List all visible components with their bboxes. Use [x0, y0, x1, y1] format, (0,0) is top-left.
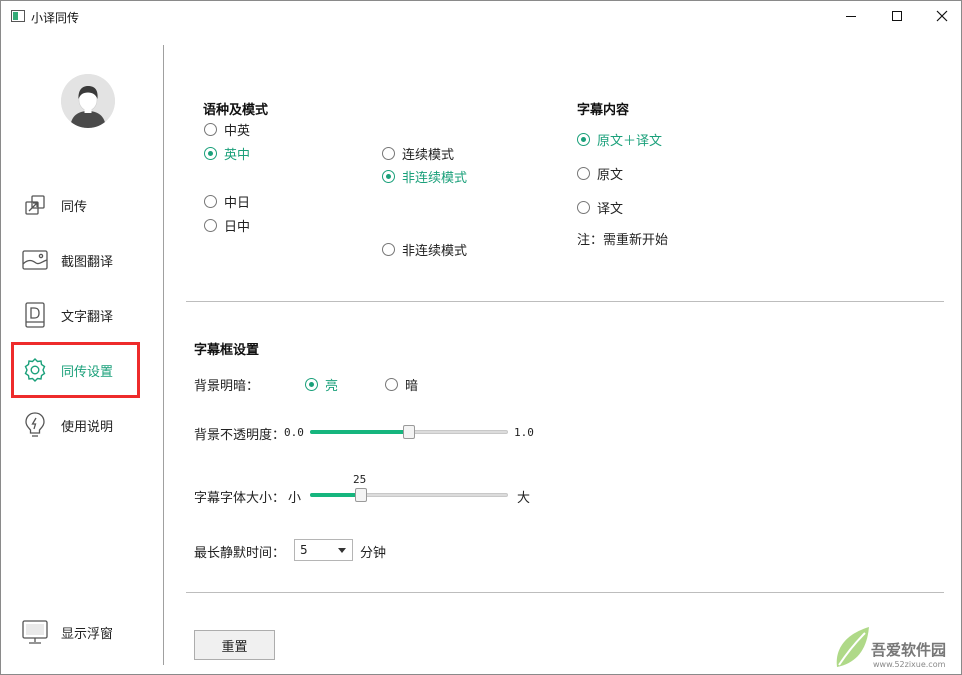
- app-window: 小译同传 同传 截图翻译 文字翻译 同传设置 使用说明 显示浮窗 语种及模式 中…: [0, 0, 962, 675]
- radio-button: [577, 133, 590, 146]
- lang-radio-en-zh[interactable]: 英中: [204, 144, 250, 163]
- lightbulb-icon: [21, 411, 49, 439]
- avatar[interactable]: [61, 74, 115, 128]
- close-button[interactable]: [919, 1, 962, 31]
- lang-radio-zh-ja[interactable]: 中日: [204, 192, 250, 211]
- language-mode-title: 语种及模式: [203, 103, 269, 118]
- subtitle-box-title: 字幕框设置: [194, 343, 260, 358]
- radio-button: [204, 123, 217, 136]
- font-size-value: 25: [353, 473, 367, 486]
- radio-label: 中英: [224, 124, 251, 139]
- minimize-icon: [846, 15, 856, 17]
- sidebar-item-screenshot-translate[interactable]: 截图翻译: [21, 243, 141, 277]
- opacity-label: 背景不透明度：: [194, 428, 286, 443]
- slider-fill: [310, 493, 361, 497]
- image-icon: [21, 246, 49, 274]
- watermark: 吾爱软件园 www.52zixue.com: [833, 621, 961, 673]
- sidebar-item-label: 截图翻译: [61, 254, 114, 270]
- sidebar-item-text-translate[interactable]: 文字翻译: [21, 298, 141, 332]
- gear-icon: [21, 356, 49, 384]
- radio-label: 连续模式: [402, 148, 455, 163]
- brightness-label: 背景明暗：: [194, 379, 260, 394]
- lang-radio-ja-zh[interactable]: 日中: [204, 216, 250, 235]
- radio-label: 原文＋译文: [597, 134, 663, 149]
- radio-button: [385, 378, 398, 391]
- subtitle-content-title: 字幕内容: [577, 103, 630, 118]
- slider-fill: [310, 430, 409, 434]
- transfer-icon: [21, 191, 49, 219]
- mode-radio-noncontinuous[interactable]: 非连续模式: [382, 167, 467, 186]
- monitor-icon: [21, 618, 49, 646]
- sidebar-item-label: 同传设置: [61, 364, 114, 380]
- font-size-label: 字幕字体大小：: [194, 491, 286, 506]
- maximize-button[interactable]: [874, 1, 920, 31]
- radio-label: 非连续模式: [402, 244, 468, 259]
- section-divider: [186, 301, 944, 302]
- user-avatar-icon: [61, 74, 115, 128]
- radio-label: 非连续模式: [402, 171, 468, 186]
- chevron-down-icon: [338, 548, 346, 553]
- radio-button: [577, 167, 590, 180]
- document-icon: [21, 301, 49, 329]
- font-size-max-label: 大: [517, 491, 531, 506]
- radio-button: [577, 201, 590, 214]
- sidebar-item-label: 使用说明: [61, 419, 114, 435]
- font-size-min-label: 小: [288, 491, 302, 506]
- brightness-radio-light[interactable]: 亮: [305, 375, 338, 394]
- brightness-radio-dark[interactable]: 暗: [385, 375, 418, 394]
- watermark-brand: 吾爱软件园: [871, 641, 947, 659]
- opacity-slider[interactable]: [310, 424, 508, 440]
- reset-button[interactable]: 重置: [194, 630, 275, 660]
- minimize-button[interactable]: [828, 1, 874, 31]
- leaf-logo-icon: [836, 627, 869, 667]
- radio-label: 中日: [224, 196, 251, 211]
- radio-button: [204, 219, 217, 232]
- window-title: 小译同传: [31, 11, 80, 25]
- content-radio-both[interactable]: 原文＋译文: [577, 130, 662, 149]
- sidebar-divider: [163, 45, 164, 665]
- radio-label: 英中: [224, 148, 251, 163]
- silence-label: 最长静默时间：: [194, 546, 286, 561]
- radio-button: [382, 147, 395, 160]
- sidebar-item-floating-window[interactable]: 显示浮窗: [21, 615, 141, 649]
- radio-button: [204, 195, 217, 208]
- opacity-max-label: 1.0: [514, 426, 534, 439]
- radio-label: 原文: [597, 168, 624, 183]
- silence-select[interactable]: 5: [294, 539, 353, 561]
- radio-label: 亮: [325, 379, 339, 394]
- sidebar-item-simultaneous[interactable]: 同传: [21, 188, 141, 222]
- radio-label: 译文: [597, 202, 624, 217]
- radio-label: 日中: [224, 220, 251, 235]
- radio-button: [204, 147, 217, 160]
- maximize-icon: [892, 11, 902, 21]
- sidebar-item-label: 文字翻译: [61, 309, 114, 325]
- lang-radio-zh-en[interactable]: 中英: [204, 120, 250, 139]
- sidebar-item-label: 同传: [61, 199, 88, 215]
- content-radio-original[interactable]: 原文: [577, 164, 623, 183]
- sidebar-item-help[interactable]: 使用说明: [21, 408, 141, 442]
- radio-label: 暗: [405, 379, 419, 394]
- mode-radio-noncontinuous-2[interactable]: 非连续模式: [382, 240, 467, 259]
- mode-radio-continuous[interactable]: 连续模式: [382, 144, 454, 163]
- slider-handle[interactable]: [403, 425, 415, 439]
- sidebar-item-settings[interactable]: 同传设置: [21, 353, 141, 387]
- radio-button: [382, 170, 395, 183]
- watermark-url: www.52zixue.com: [873, 660, 946, 669]
- radio-button: [382, 243, 395, 256]
- opacity-min-label: 0.0: [284, 426, 304, 439]
- silence-select-value: 5: [300, 543, 308, 557]
- content-radio-translation[interactable]: 译文: [577, 198, 623, 217]
- section-divider: [186, 592, 944, 593]
- restart-note: 注：需重新开始: [577, 233, 669, 248]
- font-size-slider[interactable]: [310, 487, 508, 503]
- radio-button: [305, 378, 318, 391]
- close-icon: [936, 10, 948, 22]
- slider-handle[interactable]: [355, 488, 367, 502]
- sidebar-item-label: 显示浮窗: [61, 626, 114, 642]
- app-icon: [11, 10, 25, 22]
- silence-unit: 分钟: [360, 546, 387, 561]
- title-bar: 小译同传: [1, 1, 961, 31]
